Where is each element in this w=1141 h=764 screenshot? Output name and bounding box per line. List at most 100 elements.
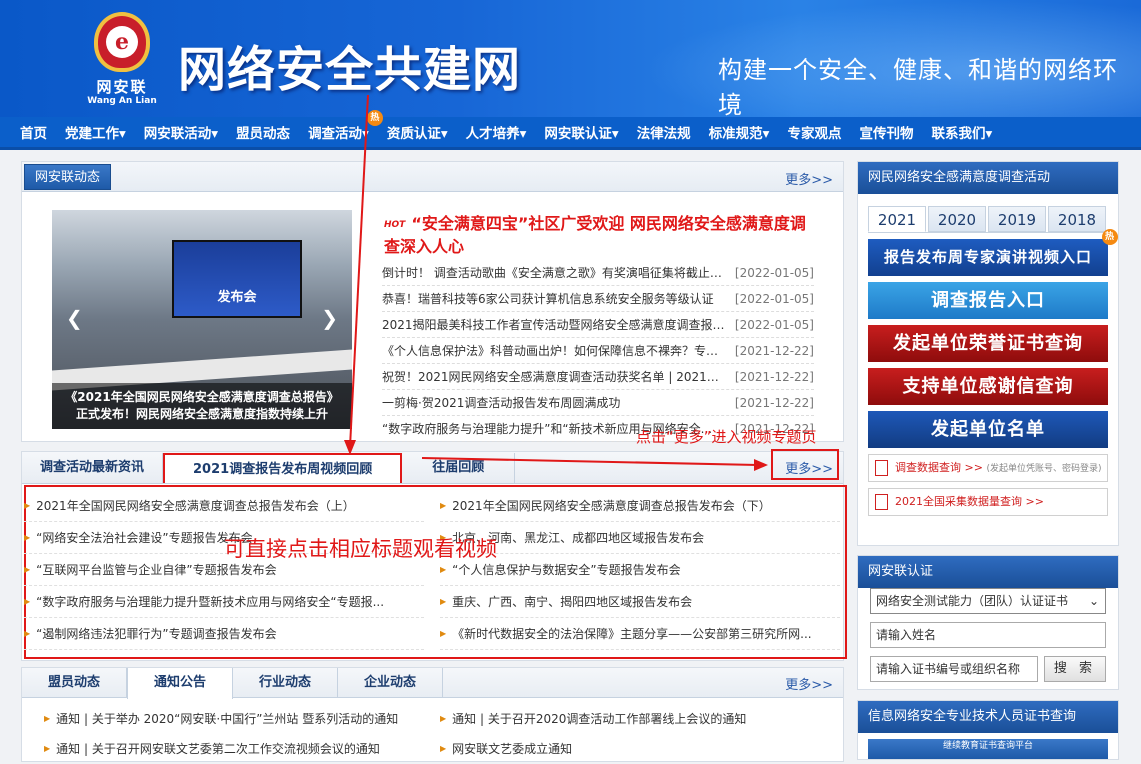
news-title: 《个人信息保护法》科普动画出炉！如何保障信息不裸奔？专家...: [382, 344, 727, 358]
video-tabs: 调查活动最新资讯 2021调查报告发布周视频回顾 往届回顾 更多>>: [22, 452, 843, 484]
tab-2019[interactable]: 2019: [988, 206, 1046, 232]
nav-experts[interactable]: 专家观点: [787, 122, 841, 142]
nav-party[interactable]: 党建工作▾: [65, 122, 126, 142]
stage-screen: 发布会: [172, 240, 302, 318]
notice-title: 通知 | 关于召开网安联文艺委第二次工作交流视频会议的通知: [56, 742, 380, 756]
video-title: 2021年全国网民网络安全感满意度调查总报告发布会（上）: [36, 498, 355, 513]
list-item[interactable]: ▶ “个人信息保护与数据安全”专题报告发布会: [440, 554, 840, 586]
data-query-link[interactable]: 调查数据查询 >> (发起单位凭账号、密码登录): [868, 454, 1108, 482]
cert-type-select[interactable]: 网络安全测试能力（团队）认证证书 ⌄: [870, 588, 1106, 614]
video-list-left: ▶ 2021年全国网民网络安全感满意度调查总报告发布会（上） ▶ “网络安全法治社会…: [24, 490, 424, 650]
list-item[interactable]: ▶ 重庆、广西、南宁、揭阳四地区域报告发布会: [440, 586, 840, 618]
nav-contact[interactable]: 联系我们▾: [931, 122, 992, 142]
news-carousel[interactable]: 发布会 ❮ ❯ 《2021年全国网民网络安全感满意度调查总报告》正式发布！网民网…: [52, 210, 352, 429]
list-item[interactable]: ▶ 《新时代数据安全的法治保障》主题分享——公安部第三研究所网...: [440, 618, 840, 650]
bullet-icon: ▶: [440, 596, 447, 606]
survey-title: 网民网络安全感满意度调查活动: [858, 162, 1118, 194]
tab-enterprise[interactable]: 企业动态: [338, 668, 444, 698]
video-title: “个人信息保护与数据安全”专题报告发布会: [452, 562, 681, 577]
nav-survey[interactable]: 调查活动▾ 热: [308, 110, 383, 142]
tab-past[interactable]: 往届回顾: [402, 453, 516, 483]
nav-qualification[interactable]: 资质认证▾: [387, 122, 448, 142]
site-logo[interactable]: e 网安联 Wang An Lian: [84, 12, 160, 108]
list-item[interactable]: 《个人信息保护法》科普动画出炉！如何保障信息不裸奔？专家... [2021-12-…: [382, 338, 814, 364]
nav-law[interactable]: 法律法规: [637, 122, 691, 142]
honor-cert-button[interactable]: 发起单位荣誉证书查询: [868, 325, 1108, 362]
thanks-letter-button[interactable]: 支持单位感谢信查询: [868, 368, 1108, 405]
tab-member-news[interactable]: 盟员动态: [22, 668, 128, 698]
list-item[interactable]: ▶ 通知 | 关于召开网安联文艺委第二次工作交流视频会议的通知: [44, 734, 424, 764]
news-tab[interactable]: 网安联动态: [24, 164, 112, 190]
list-item[interactable]: ▶ 通知 | 关于召开2020调查活动工作部署线上会议的通知: [440, 704, 820, 734]
collection-query-link[interactable]: 2021全国采集数据量查询 >>: [868, 488, 1108, 516]
cert-number-input[interactable]: 请输入证书编号或组织名称: [870, 656, 1038, 682]
list-item[interactable]: ▶ 2021年全国网民网络安全感满意度调查总报告发布会（下）: [440, 490, 840, 522]
bullet-icon: ▶: [440, 714, 447, 723]
data-query-sub: (发起单位凭账号、密码登录): [986, 464, 1102, 474]
tab-industry[interactable]: 行业动态: [233, 668, 339, 698]
main-nav: 首页 党建工作▾ 网安联活动▾ 盟员动态 调查活动▾ 热 资质认证▾ 人才培养▾ …: [0, 110, 1141, 150]
report-entry-button[interactable]: 调查报告入口: [868, 282, 1108, 319]
annotation-more: 点击“更多”进入视频专题页: [636, 428, 817, 446]
notice-list-left: ▶ 通知 | 关于举办 2020“网安联·中国行”兰州站 暨系列活动的通知 ▶ 通知…: [44, 704, 424, 764]
notice-list-right: ▶ 通知 | 关于召开2020调查活动工作部署线上会议的通知 ▶ 网安联文艺委成立通…: [440, 704, 820, 764]
cert-query-banner[interactable]: 继续教育证书查询平台: [868, 739, 1108, 759]
tab-video-review[interactable]: 2021调查报告发布周视频回顾: [163, 453, 403, 483]
nav-member-news[interactable]: 盟员动态: [236, 122, 290, 142]
chevron-down-icon: ⌄: [1088, 594, 1099, 608]
tab-2020[interactable]: 2020: [928, 206, 986, 232]
video-title: 2021年全国网民网络安全感满意度调查总报告发布会（下）: [452, 498, 771, 513]
carousel-caption[interactable]: 《2021年全国网民网络安全感满意度调查总报告》正式发布！网民网络安全感满意度指…: [52, 383, 352, 429]
annotation-list: 可直接点击相应标题观看视频: [224, 537, 497, 561]
news-more-link[interactable]: 更多>>: [785, 169, 833, 188]
sponsor-list-button[interactable]: 发起单位名单: [868, 411, 1108, 448]
logo-en: Wang An Lian: [87, 96, 157, 106]
nav-home[interactable]: 首页: [20, 122, 47, 142]
carousel-prev-icon[interactable]: ❮: [66, 306, 83, 330]
news-headline[interactable]: HOT “安全满意四宝”社区广受欢迎 网民网络安全感满意度调查深入人心: [384, 213, 814, 258]
bullet-icon: ▶: [24, 500, 31, 510]
list-item[interactable]: ▶ 北京、河南、黑龙江、成都四地区域报告发布会: [440, 522, 840, 554]
site-banner: e 网安联 Wang An Lian 网络安全共建网 构建一个安全、健康、和谐的…: [0, 0, 1141, 117]
tab-latest[interactable]: 调查活动最新资讯: [22, 453, 164, 483]
list-item[interactable]: 祝贺！2021网民网络安全感满意度调查活动获奖名单 | 2021调查... [20…: [382, 364, 814, 390]
name-input[interactable]: 请输入姓名: [870, 622, 1106, 648]
nav-activities[interactable]: 网安联活动▾: [144, 122, 218, 142]
data-query-label: 调查数据查询 >>: [895, 461, 983, 474]
news-title: 倒计时！ 调查活动歌曲《安全满意之歌》有奖演唱征集将截止，...: [382, 266, 727, 280]
tab-notices[interactable]: 通知公告: [127, 668, 234, 699]
bullet-icon: ▶: [440, 744, 447, 753]
nav-survey-label: 调查活动▾: [308, 126, 369, 142]
notice-tabs: 盟员动态 通知公告 行业动态 企业动态 更多>>: [22, 668, 843, 699]
video-title: “数字政府服务与治理能力提升暨新技术应用与网络安全“专题报...: [36, 594, 385, 609]
list-item[interactable]: ▶ “数字政府服务与治理能力提升暨新技术应用与网络安全“专题报...: [24, 586, 424, 618]
news-date: [2021-12-22]: [734, 370, 814, 384]
list-item[interactable]: ▶ 网安联文艺委成立通知: [440, 734, 820, 764]
list-item[interactable]: 恭喜！瑞普科技等6家公司获计算机信息系统安全服务等级认证 [2022-01-05]: [382, 286, 814, 312]
list-item[interactable]: 2021揭阳最美科技工作者宣传活动暨网络安全感满意度调查报告... [2022-0…: [382, 312, 814, 338]
expert-video-button[interactable]: 报告发布周专家演讲视频入口热: [868, 229, 1118, 276]
staff-cert-panel: 信息网络安全专业技术人员证书查询 继续教育证书查询平台: [857, 700, 1119, 760]
tab-2021[interactable]: 2021: [868, 206, 926, 232]
nav-standards[interactable]: 标准规范▾: [709, 122, 770, 142]
carousel-next-icon[interactable]: ❯: [321, 306, 338, 330]
list-item[interactable]: ▶ “遏制网络违法犯罪行为”专题调查报告发布会: [24, 618, 424, 650]
tab-2018[interactable]: 2018: [1048, 206, 1106, 232]
list-item[interactable]: ▶ 2021年全国网民网络安全感满意度调查总报告发布会（上）: [24, 490, 424, 522]
bullet-icon: ▶: [44, 744, 51, 753]
nav-publications[interactable]: 宣传刊物: [859, 122, 913, 142]
video-list-right: ▶ 2021年全国网民网络安全感满意度调查总报告发布会（下） ▶ 北京、河南、黑龙江…: [440, 490, 840, 650]
notice-more-link[interactable]: 更多>>: [785, 674, 833, 693]
nav-talent[interactable]: 人才培养▾: [466, 122, 527, 142]
shield-icon: e: [94, 12, 150, 72]
search-button[interactable]: 搜 索: [1044, 656, 1106, 682]
news-date: [2022-01-05]: [734, 318, 814, 332]
hot-icon: HOT: [384, 220, 406, 230]
list-item[interactable]: 倒计时！ 调查活动歌曲《安全满意之歌》有奖演唱征集将截止，... [2022-01…: [382, 260, 814, 286]
nav-certification[interactable]: 网安联认证▾: [544, 122, 618, 142]
list-item[interactable]: 一剪梅·贺2021调查活动报告发布周圆满成功 [2021-12-22]: [382, 390, 814, 416]
news-date: [2022-01-05]: [734, 292, 814, 306]
name-placeholder: 请输入姓名: [876, 628, 937, 642]
list-item[interactable]: ▶ 通知 | 关于举办 2020“网安联·中国行”兰州站 暨系列活动的通知: [44, 704, 424, 734]
year-tabs: 2021 2020 2019 2018: [868, 206, 1108, 233]
